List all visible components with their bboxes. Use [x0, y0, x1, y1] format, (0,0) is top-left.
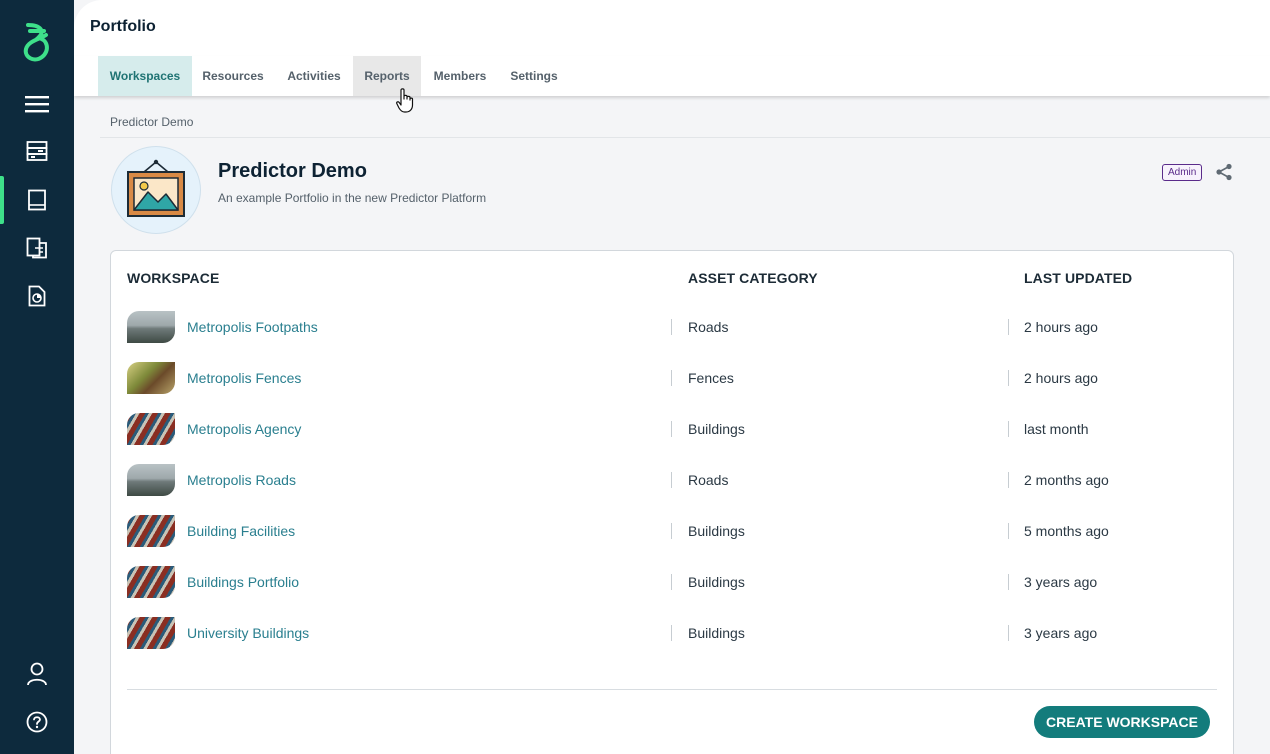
workspace-thumbnail [127, 566, 175, 598]
table-row[interactable]: Buildings Portfolio Buildings 3 years ag… [111, 557, 1233, 608]
user-icon [27, 662, 47, 686]
last-updated-cell: 3 years ago [1024, 625, 1098, 641]
column-divider [1008, 319, 1009, 335]
column-divider [1008, 472, 1009, 488]
column-divider [671, 472, 672, 488]
table-row[interactable]: Building Facilities Buildings 5 months a… [111, 506, 1233, 557]
column-divider [1008, 421, 1009, 437]
column-header-asset-category[interactable]: ASSET CATEGORY [688, 270, 818, 286]
hand-cursor-icon [396, 88, 414, 113]
column-divider [671, 625, 672, 641]
workspace-thumbnail [127, 515, 175, 547]
workspace-link[interactable]: Metropolis Agency [187, 421, 301, 437]
sidebar-item-help[interactable] [0, 698, 74, 746]
column-divider [671, 319, 672, 335]
asset-category-cell: Buildings [688, 625, 745, 641]
table-row[interactable]: Metropolis Footpaths Roads 2 hours ago [111, 302, 1233, 353]
tab-members[interactable]: Members [421, 56, 499, 96]
top-header: Portfolio [74, 0, 1270, 56]
admin-badge: Admin [1162, 164, 1203, 181]
table-row[interactable]: Metropolis Agency Buildings last month [111, 404, 1233, 455]
logo-icon [23, 23, 49, 62]
tab-bar: Workspaces Resources Activities Reports … [74, 56, 1270, 96]
report-icon [28, 285, 46, 307]
column-divider [1008, 625, 1009, 641]
tab-activities[interactable]: Activities [274, 56, 354, 96]
sidebar-item-menu[interactable] [0, 80, 74, 128]
asset-category-cell: Buildings [688, 523, 745, 539]
workspace-link[interactable]: Building Facilities [187, 523, 295, 539]
share-button[interactable] [1213, 161, 1235, 183]
picture-frame-icon [127, 159, 185, 217]
help-icon [26, 711, 48, 733]
menu-icon [25, 96, 49, 113]
sidebar-item-portfolio[interactable] [0, 176, 74, 224]
server-icon [26, 141, 48, 161]
tab-workspaces[interactable]: Workspaces [98, 56, 192, 96]
last-updated-cell: 2 months ago [1024, 472, 1109, 488]
workspace-thumbnail [127, 617, 175, 649]
asset-category-cell: Fences [688, 370, 734, 386]
column-header-workspace[interactable]: WORKSPACE [127, 270, 219, 286]
workspace-link[interactable]: Metropolis Fences [187, 370, 301, 386]
logo[interactable] [0, 18, 74, 66]
sidebar-item-reports[interactable] [0, 272, 74, 320]
asset-category-cell: Buildings [688, 574, 745, 590]
asset-category-cell: Roads [688, 472, 729, 488]
breadcrumb-divider [100, 137, 1270, 138]
breadcrumb[interactable]: Predictor Demo [110, 115, 193, 129]
last-updated-cell: 2 hours ago [1024, 319, 1098, 335]
last-updated-cell: last month [1024, 421, 1089, 437]
last-updated-cell: 3 years ago [1024, 574, 1098, 590]
sidebar-item-user[interactable] [0, 650, 74, 698]
create-workspace-button[interactable]: CREATE WORKSPACE [1034, 706, 1210, 738]
table-row[interactable]: University Buildings Buildings 3 years a… [111, 608, 1233, 659]
table-footer-divider [127, 689, 1217, 690]
column-header-last-updated[interactable]: LAST UPDATED [1024, 270, 1132, 286]
column-divider [671, 421, 672, 437]
workspace-thumbnail [127, 413, 175, 445]
page-title: Portfolio [90, 18, 156, 35]
asset-category-cell: Buildings [688, 421, 745, 437]
asset-category-cell: Roads [688, 319, 729, 335]
book-icon [28, 189, 46, 211]
portfolio-avatar [111, 146, 201, 234]
portfolio-name: Predictor Demo [218, 160, 367, 182]
workspace-link[interactable]: Buildings Portfolio [187, 574, 299, 590]
last-updated-cell: 2 hours ago [1024, 370, 1098, 386]
table-row[interactable]: Metropolis Fences Fences 2 hours ago [111, 353, 1233, 404]
workspaces-table: WORKSPACE ASSET CATEGORY LAST UPDATED Me… [110, 250, 1234, 754]
column-divider [671, 370, 672, 386]
column-divider [1008, 370, 1009, 386]
last-updated-cell: 5 months ago [1024, 523, 1109, 539]
table-row[interactable]: Metropolis Roads Roads 2 months ago [111, 455, 1233, 506]
workspace-thumbnail [127, 311, 175, 343]
workspace-thumbnail [127, 362, 175, 394]
column-divider [671, 523, 672, 539]
workspace-link[interactable]: University Buildings [187, 625, 309, 641]
sidebar-item-documents[interactable] [0, 224, 74, 272]
column-divider [1008, 574, 1009, 590]
tab-settings[interactable]: Settings [499, 56, 569, 96]
column-divider [671, 574, 672, 590]
tab-resources[interactable]: Resources [192, 56, 274, 96]
sidebar [0, 0, 74, 754]
sidebar-item-server[interactable] [0, 127, 74, 175]
workspace-link[interactable]: Metropolis Footpaths [187, 319, 318, 335]
workspace-link[interactable]: Metropolis Roads [187, 472, 296, 488]
share-icon [1216, 163, 1232, 181]
documents-icon [26, 237, 47, 259]
portfolio-description: An example Portfolio in the new Predicto… [218, 191, 487, 205]
workspace-thumbnail [127, 464, 175, 496]
column-divider [1008, 523, 1009, 539]
